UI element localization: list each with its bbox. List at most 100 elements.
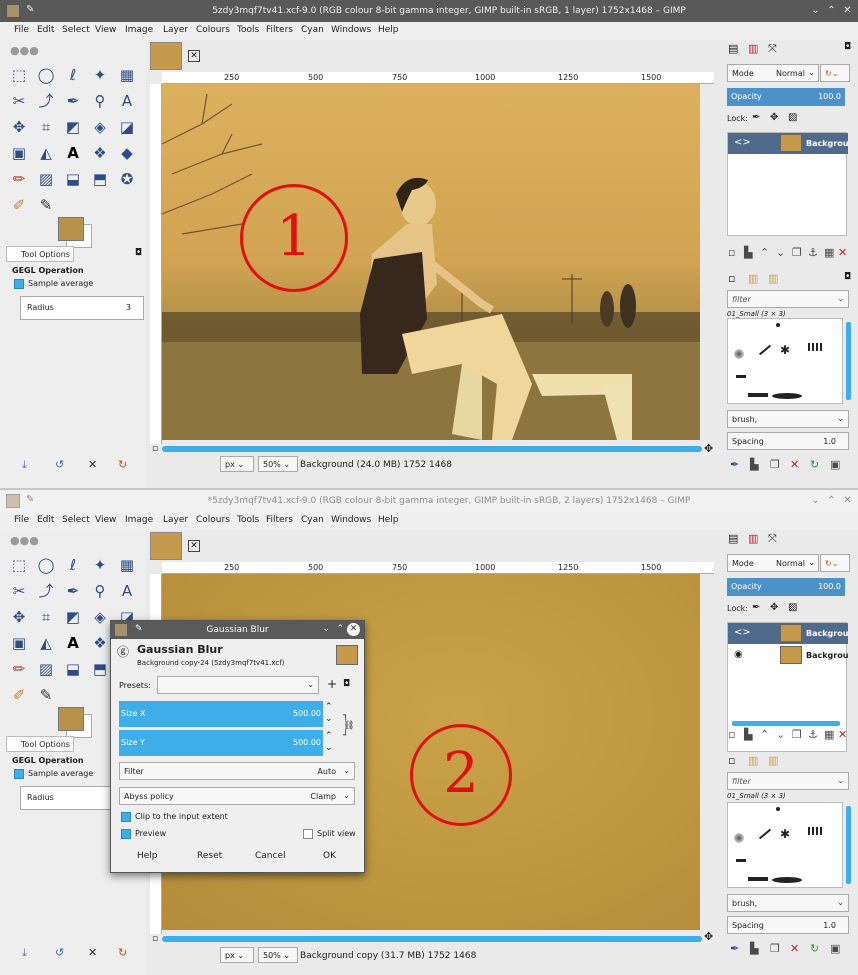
heal-icon[interactable]: ▨ <box>35 168 57 190</box>
ellipse-select-icon[interactable]: ◯ <box>35 64 57 86</box>
duplicate-brush-icon[interactable]: ❐ <box>770 458 780 471</box>
color-select-icon[interactable]: ▦ <box>116 554 138 576</box>
close-tab-icon[interactable]: ✕ <box>188 50 200 62</box>
menu-edit[interactable]: Edit <box>37 25 54 35</box>
unit-select[interactable]: px ⌄ <box>220 456 254 472</box>
tab-gradients-icon[interactable]: ▥ <box>768 754 778 767</box>
size-y-stepper[interactable]: ⌃ ⌄ <box>325 730 333 754</box>
unified-transform-icon[interactable]: ◩ <box>62 606 84 628</box>
tab-layers-icon[interactable]: ▤ <box>728 42 738 55</box>
pin-icon[interactable]: ✎ <box>26 4 34 15</box>
duplicate-layer-icon[interactable]: ❐ <box>792 728 802 741</box>
anchor-icon[interactable]: ⚓ <box>808 728 818 741</box>
menu-file[interactable]: File <box>14 515 29 525</box>
raise-layer-icon[interactable]: ⌃ <box>760 728 769 741</box>
clone-icon[interactable]: ❖ <box>89 142 111 164</box>
size-x-slider[interactable]: Size X 500.00 <box>119 701 323 727</box>
paintbrush-icon[interactable]: ✐ <box>8 194 30 216</box>
sample-average-checkbox[interactable] <box>14 279 24 289</box>
lock-pixels-icon[interactable]: ✒ <box>752 602 760 613</box>
menu-colours[interactable]: Colours <box>196 25 230 35</box>
scissors-icon[interactable]: ✂ <box>8 580 30 602</box>
tab-channels-icon[interactable]: ▥ <box>748 42 758 55</box>
airbrush-icon[interactable]: ⬓ <box>62 658 84 680</box>
spacing-spinner[interactable]: Spacing 1.0 <box>727 432 849 450</box>
zoom-icon[interactable]: ⚲ <box>89 580 111 602</box>
menu-view[interactable]: View <box>95 515 116 525</box>
paths-icon[interactable]: ⤴ <box>35 580 57 602</box>
cancel-button[interactable]: Cancel <box>255 851 286 861</box>
menu-layer[interactable]: Layer <box>163 515 188 525</box>
handle-transform-icon[interactable]: ◪ <box>116 116 138 138</box>
lock-position-icon[interactable]: ✥ <box>770 112 778 123</box>
mypaint-brush-icon[interactable]: ✎ <box>35 684 57 706</box>
zoom-icon[interactable]: ⚲ <box>89 90 111 112</box>
new-brush-icon[interactable]: ▙ <box>750 458 758 471</box>
bucket-fill-icon[interactable]: ◭ <box>35 142 57 164</box>
tab-tool-options[interactable]: Tool Options <box>6 246 74 262</box>
menu-select[interactable]: Select <box>62 515 90 525</box>
warp-icon[interactable]: ◈ <box>89 606 111 628</box>
edit-brush-icon[interactable]: ✒ <box>730 458 739 471</box>
clone-icon[interactable]: ❖ <box>89 632 111 654</box>
size-y-slider[interactable]: Size Y 500.00 <box>119 730 323 756</box>
edit-brush-icon[interactable]: ✒ <box>730 942 739 955</box>
tab-patterns-icon[interactable]: ▥ <box>748 754 758 767</box>
mask-icon[interactable]: ▦ <box>824 246 834 259</box>
text-tool-icon[interactable]: A <box>62 632 84 654</box>
filter-select[interactable]: Filter Auto ⌄ <box>119 762 355 780</box>
maximize-icon[interactable]: ⌃ <box>824 3 839 18</box>
menu-tools[interactable]: Tools <box>237 25 259 35</box>
unified-transform-icon[interactable]: ◩ <box>62 116 84 138</box>
mode-switch-button[interactable]: ↻⌄ <box>820 554 850 572</box>
delete-options-icon[interactable]: ✕ <box>88 946 97 959</box>
ok-button[interactable]: OK <box>323 851 336 861</box>
paths-icon[interactable]: ⤴ <box>35 90 57 112</box>
opacity-slider[interactable]: Opacity 100.0 <box>727 578 845 596</box>
brush-grid[interactable]: ✱ <box>727 802 843 888</box>
menu-select[interactable]: Select <box>62 25 90 35</box>
tab-patterns-icon[interactable]: ▥ <box>748 272 758 285</box>
warp-icon[interactable]: ◈ <box>89 116 111 138</box>
menu-image[interactable]: Image <box>125 515 153 525</box>
layer-row-background[interactable]: <> Background <box>728 133 848 154</box>
layer-row-background[interactable]: ◉ Background <box>728 645 848 666</box>
image-thumbnail[interactable] <box>150 42 182 70</box>
tab-paths-icon[interactable]: ⤧ <box>768 532 777 546</box>
cage-icon[interactable]: ▣ <box>8 632 30 654</box>
split-view-checkbox[interactable] <box>303 829 313 839</box>
crop-icon[interactable]: ⌗ <box>35 606 57 628</box>
cage-icon[interactable]: ▣ <box>8 142 30 164</box>
lower-layer-icon[interactable]: ⌄ <box>776 246 785 259</box>
bucket-fill-icon[interactable]: ◭ <box>35 632 57 654</box>
navigate-icon[interactable]: ✥ <box>704 442 713 455</box>
brush-scrollbar[interactable] <box>846 806 851 884</box>
refresh-brushes-icon[interactable]: ↻ <box>810 458 819 471</box>
spacing-spinner[interactable]: Spacing 1.0 <box>727 916 849 934</box>
color-select-icon[interactable]: ▦ <box>116 64 138 86</box>
horizontal-scrollbar[interactable] <box>162 446 702 452</box>
menu-image[interactable]: Image <box>125 25 153 35</box>
zoom-select[interactable]: 50% ⌄ <box>258 947 298 963</box>
layer-visibility-icon[interactable]: <> <box>734 137 751 148</box>
smudge-icon[interactable]: ✪ <box>116 168 138 190</box>
foreground-color-swatch[interactable] <box>58 217 84 241</box>
lower-layer-icon[interactable]: ⌄ <box>776 728 785 741</box>
menu-help[interactable]: Help <box>378 25 399 35</box>
raise-layer-icon[interactable]: ⌃ <box>760 246 769 259</box>
delete-brush-icon[interactable]: ✕ <box>790 458 799 471</box>
fuzzy-select-icon[interactable]: ✦ <box>89 64 111 86</box>
delete-brush-icon[interactable]: ✕ <box>790 942 799 955</box>
mode-select[interactable]: Mode Normal ⌄ <box>727 554 819 572</box>
zoom-select[interactable]: 50% ⌄ <box>258 456 298 472</box>
rect-select-icon[interactable]: ⬚ <box>8 554 30 576</box>
free-select-icon[interactable]: ℓ <box>62 64 84 86</box>
reset-button[interactable]: Reset <box>197 851 222 861</box>
add-preset-icon[interactable]: + <box>327 677 337 691</box>
tab-tool-options[interactable]: Tool Options <box>6 736 74 752</box>
measure-icon[interactable]: A <box>116 580 138 602</box>
mypaint-brush-icon[interactable]: ✎ <box>35 194 57 216</box>
pin-icon[interactable]: ✎ <box>26 494 34 505</box>
close-icon[interactable]: ✕ <box>347 623 360 636</box>
tab-layers-icon[interactable]: ▤ <box>728 532 738 545</box>
